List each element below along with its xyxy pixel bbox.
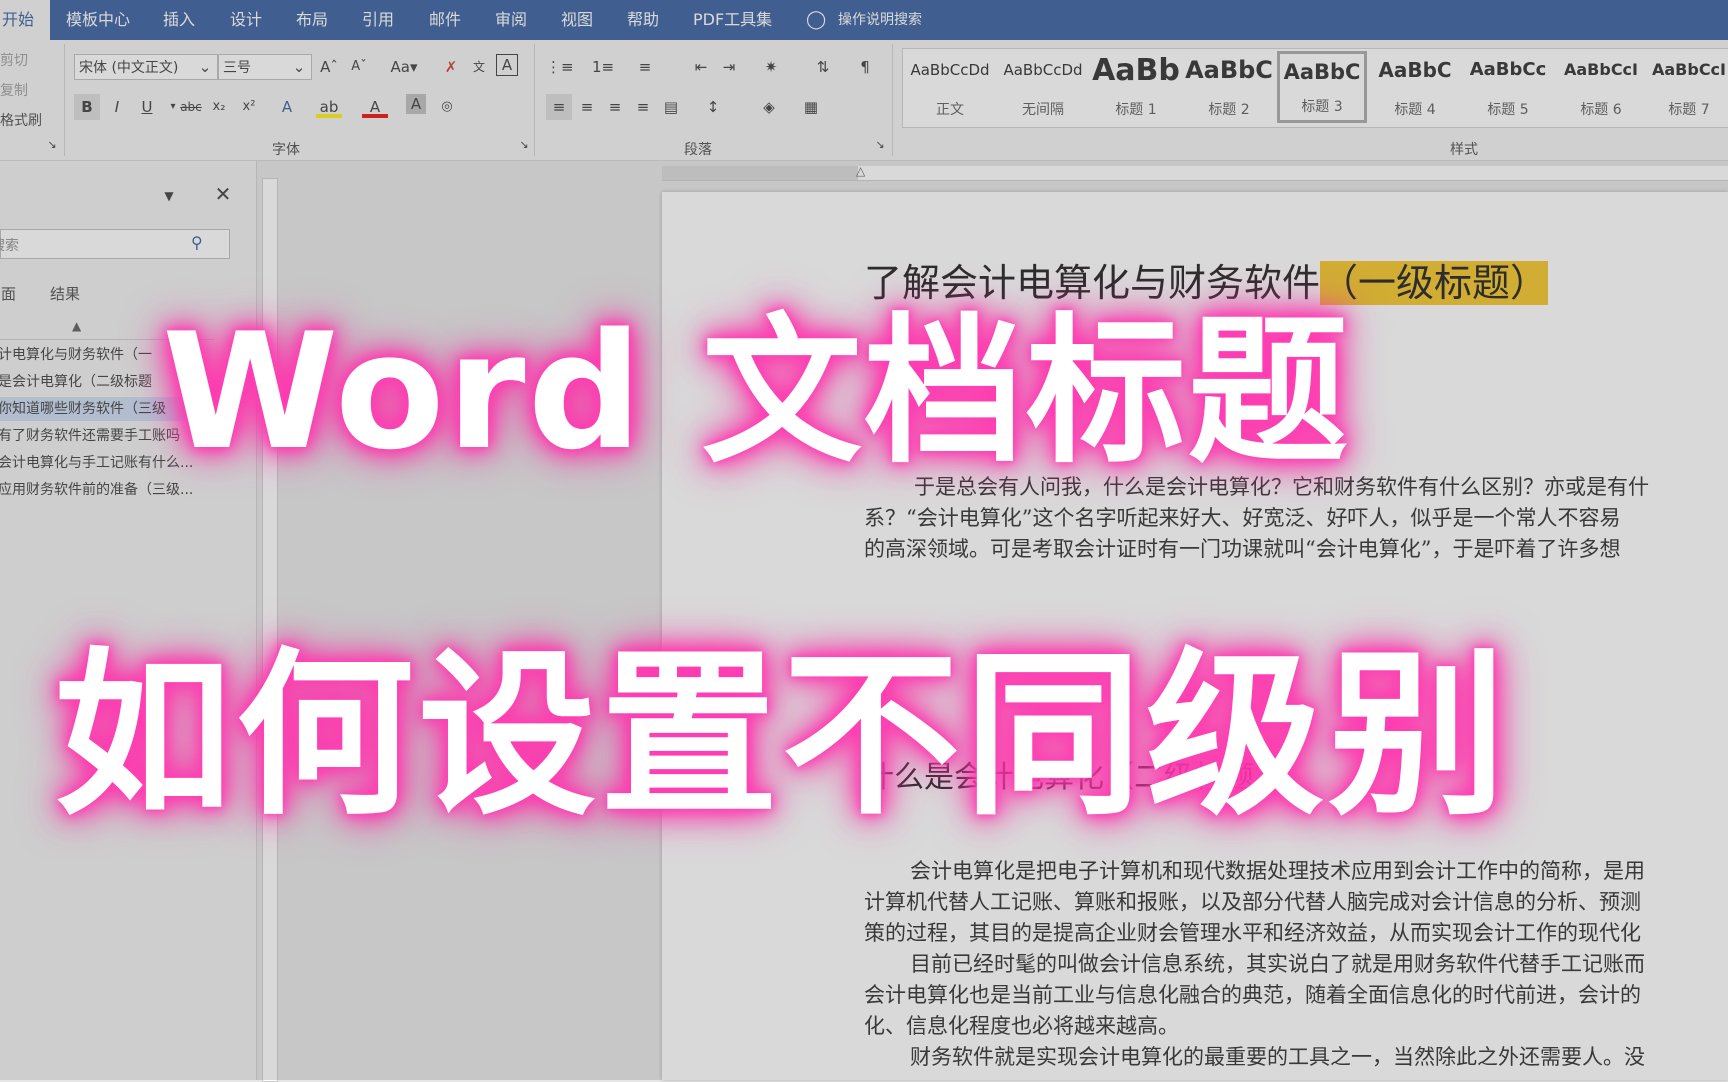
dim-overlay <box>0 0 1728 1080</box>
overlay-title-line-1: Word 文档标题 <box>162 298 1350 485</box>
overlay-title-line-2: 如何设置不同级别 <box>54 632 1510 839</box>
